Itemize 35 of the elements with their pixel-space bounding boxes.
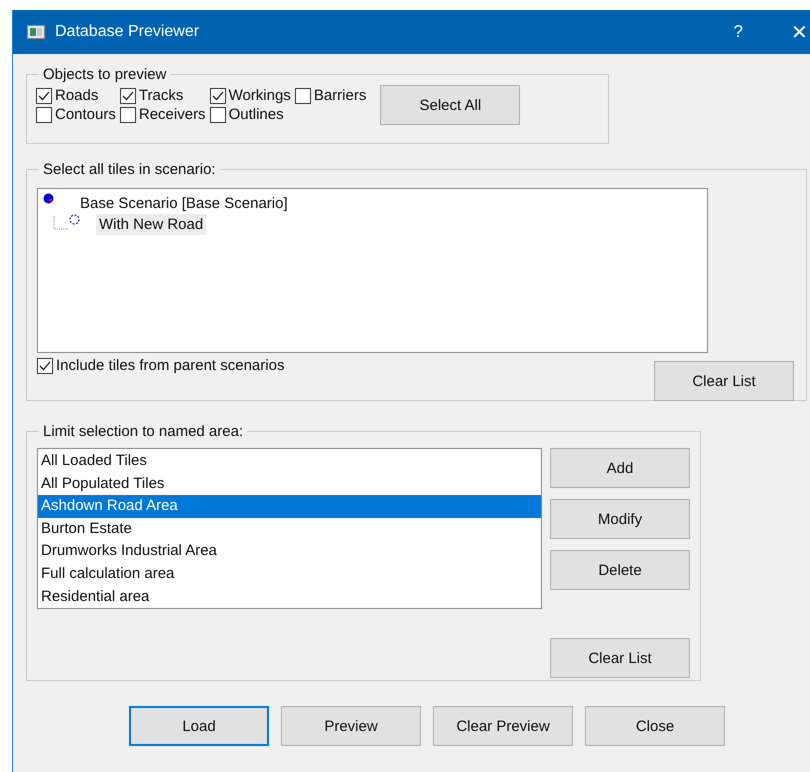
checkbox[interactable]: Workings — [210, 87, 291, 104]
dialog-button[interactable]: Load — [129, 706, 269, 746]
group-title: Limit selection to named area: — [42, 423, 244, 440]
tree-connector-icon — [53, 216, 69, 230]
list-item[interactable]: All Populated Tiles — [38, 472, 541, 496]
tree-item[interactable]: Base Scenario [Base Scenario] — [77, 193, 291, 214]
checkbox[interactable]: Tracks — [120, 87, 206, 104]
action-button[interactable]: Delete — [550, 550, 690, 590]
group-title: Objects to preview — [42, 66, 168, 83]
checkbox[interactable]: Roads — [36, 87, 116, 104]
select-all-button[interactable]: Select All — [380, 85, 520, 125]
list-item[interactable]: Drumworks Industrial Area — [38, 540, 541, 563]
clear-list-button[interactable]: Clear List — [654, 361, 794, 401]
list-item[interactable]: Burton Estate — [38, 518, 541, 540]
checkbox[interactable]: Barriers — [294, 87, 366, 104]
checkbox[interactable]: Contours — [36, 106, 116, 123]
checkbox[interactable]: Receivers — [120, 106, 206, 123]
window-title: Database Previewer — [55, 23, 200, 41]
checkbox[interactable]: Include tiles from parent scenarios — [37, 357, 284, 374]
group-title: Select all tiles in scenario: — [42, 161, 217, 178]
list-item[interactable]: All Loaded Tiles — [38, 450, 541, 473]
tree-item[interactable]: With New Road — [96, 214, 206, 235]
checkbox[interactable]: Outlines — [210, 106, 291, 123]
close-button[interactable]: ✕ — [791, 20, 808, 44]
list-item[interactable]: Ashdown Road Area — [38, 495, 541, 518]
help-button[interactable]: ? — [734, 22, 743, 42]
list-item[interactable]: Full calculation area — [38, 562, 541, 586]
list-item[interactable]: Residential area — [38, 586, 541, 608]
window-icon — [27, 25, 45, 39]
dialog-button[interactable]: Preview — [281, 706, 421, 746]
dialog-button[interactable]: Close — [585, 706, 725, 746]
clear-list-button[interactable]: Clear List — [550, 638, 690, 678]
action-button[interactable]: Add — [550, 448, 690, 488]
action-button[interactable]: Modify — [550, 499, 690, 539]
dialog-button[interactable]: Clear Preview — [433, 706, 573, 746]
